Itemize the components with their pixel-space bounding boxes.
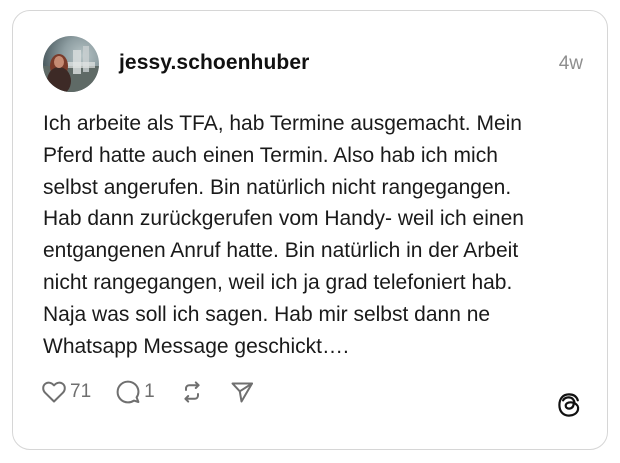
post-timestamp: 4w bbox=[558, 53, 583, 74]
like-count: 71 bbox=[70, 381, 92, 402]
post-actions: 71 1 bbox=[41, 377, 279, 407]
like-button[interactable]: 71 bbox=[41, 380, 91, 404]
share-button[interactable] bbox=[229, 379, 255, 405]
username[interactable]: jessy.schoenhuber bbox=[119, 51, 309, 75]
reply-button[interactable]: 1 bbox=[115, 379, 155, 405]
repost-button[interactable] bbox=[179, 379, 205, 405]
reply-count: 1 bbox=[144, 381, 155, 402]
avatar[interactable] bbox=[43, 36, 99, 92]
comment-bubble-icon bbox=[115, 379, 141, 405]
threads-logo-icon bbox=[556, 392, 582, 418]
send-icon bbox=[229, 379, 255, 405]
post-card: jessy.schoenhuber 4w Ich arbeite als TFA… bbox=[12, 10, 608, 450]
repost-icon bbox=[179, 379, 205, 405]
post-text: Ich arbeite als TFA, hab Termine ausgema… bbox=[43, 112, 524, 358]
heart-icon bbox=[41, 380, 67, 404]
